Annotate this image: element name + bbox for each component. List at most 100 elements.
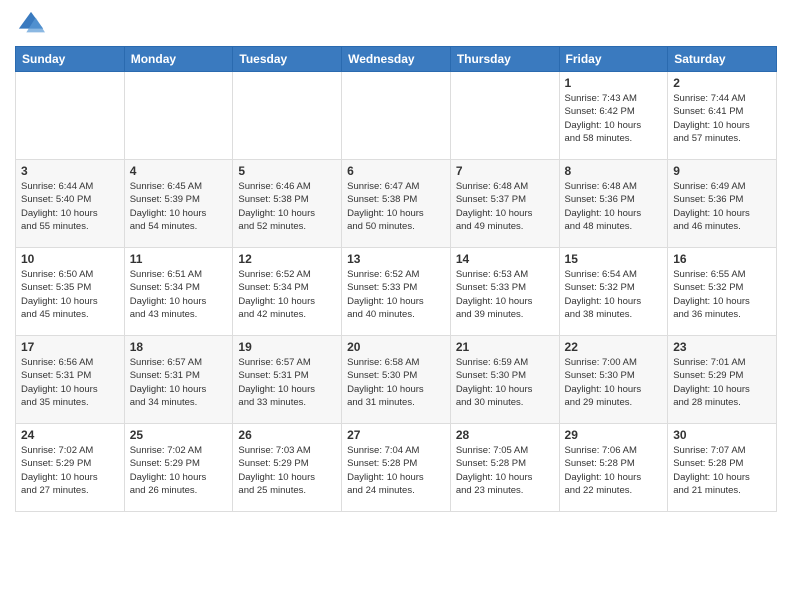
day-number: 11	[130, 252, 228, 266]
calendar-cell: 22 Sunrise: 7:00 AM Sunset: 5:30 PM Dayli…	[559, 336, 668, 424]
calendar-week-row: 1 Sunrise: 7:43 AM Sunset: 6:42 PM Daylig…	[16, 72, 777, 160]
calendar-cell: 29 Sunrise: 7:06 AM Sunset: 5:28 PM Dayli…	[559, 424, 668, 512]
day-number: 24	[21, 428, 119, 442]
calendar-cell: 7 Sunrise: 6:48 AM Sunset: 5:37 PM Daylig…	[450, 160, 559, 248]
day-number: 23	[673, 340, 771, 354]
day-number: 25	[130, 428, 228, 442]
day-info: Sunrise: 6:48 AM Sunset: 5:37 PM Dayligh…	[456, 180, 554, 233]
logo-icon	[17, 10, 45, 38]
calendar-cell: 2 Sunrise: 7:44 AM Sunset: 6:41 PM Daylig…	[668, 72, 777, 160]
day-number: 18	[130, 340, 228, 354]
calendar-header-row: SundayMondayTuesdayWednesdayThursdayFrid…	[16, 47, 777, 72]
calendar-cell: 5Sunrise: 6:46 AM Sunset: 5:38 PM Daylig…	[233, 160, 342, 248]
day-number: 28	[456, 428, 554, 442]
day-info: Sunrise: 6:54 AM Sunset: 5:32 PM Dayligh…	[565, 268, 663, 321]
calendar-cell: 11 Sunrise: 6:51 AM Sunset: 5:34 PM Dayli…	[124, 248, 233, 336]
calendar-cell	[233, 72, 342, 160]
day-number: 17	[21, 340, 119, 354]
calendar-week-row: 3 Sunrise: 6:44 AM Sunset: 5:40 PM Daylig…	[16, 160, 777, 248]
weekday-header: Wednesday	[342, 47, 451, 72]
calendar-cell: 16 Sunrise: 6:55 AM Sunset: 5:32 PM Dayli…	[668, 248, 777, 336]
calendar-cell: 6 Sunrise: 6:47 AM Sunset: 5:38 PM Daylig…	[342, 160, 451, 248]
day-info: Sunrise: 7:05 AM Sunset: 5:28 PM Dayligh…	[456, 444, 554, 497]
day-number: 14	[456, 252, 554, 266]
day-info: Sunrise: 6:45 AM Sunset: 5:39 PM Dayligh…	[130, 180, 228, 233]
day-number: 5	[238, 164, 336, 178]
weekday-header: Friday	[559, 47, 668, 72]
calendar-cell: 14 Sunrise: 6:53 AM Sunset: 5:33 PM Dayli…	[450, 248, 559, 336]
calendar-table: SundayMondayTuesdayWednesdayThursdayFrid…	[15, 46, 777, 512]
calendar-week-row: 24 Sunrise: 7:02 AM Sunset: 5:29 PM Dayli…	[16, 424, 777, 512]
calendar-cell	[342, 72, 451, 160]
day-number: 12	[238, 252, 336, 266]
calendar-cell: 13 Sunrise: 6:52 AM Sunset: 5:33 PM Dayli…	[342, 248, 451, 336]
calendar-week-row: 17 Sunrise: 6:56 AM Sunset: 5:31 PM Dayli…	[16, 336, 777, 424]
day-info: Sunrise: 6:57 AM Sunset: 5:31 PM Dayligh…	[130, 356, 228, 409]
day-number: 7	[456, 164, 554, 178]
calendar-cell: 9 Sunrise: 6:49 AM Sunset: 5:36 PM Daylig…	[668, 160, 777, 248]
logo	[15, 10, 45, 38]
day-info: Sunrise: 7:02 AM Sunset: 5:29 PM Dayligh…	[130, 444, 228, 497]
weekday-header: Tuesday	[233, 47, 342, 72]
day-number: 3	[21, 164, 119, 178]
day-number: 13	[347, 252, 445, 266]
day-info: Sunrise: 6:47 AM Sunset: 5:38 PM Dayligh…	[347, 180, 445, 233]
day-number: 22	[565, 340, 663, 354]
day-info: Sunrise: 6:58 AM Sunset: 5:30 PM Dayligh…	[347, 356, 445, 409]
day-info: Sunrise: 7:02 AM Sunset: 5:29 PM Dayligh…	[21, 444, 119, 497]
calendar-cell: 28 Sunrise: 7:05 AM Sunset: 5:28 PM Dayli…	[450, 424, 559, 512]
calendar-cell: 1 Sunrise: 7:43 AM Sunset: 6:42 PM Daylig…	[559, 72, 668, 160]
day-info: Sunrise: 6:52 AM Sunset: 5:33 PM Dayligh…	[347, 268, 445, 321]
calendar-cell: 18 Sunrise: 6:57 AM Sunset: 5:31 PM Dayli…	[124, 336, 233, 424]
calendar-cell: 4 Sunrise: 6:45 AM Sunset: 5:39 PM Daylig…	[124, 160, 233, 248]
day-info: Sunrise: 7:44 AM Sunset: 6:41 PM Dayligh…	[673, 92, 771, 145]
day-info: Sunrise: 6:51 AM Sunset: 5:34 PM Dayligh…	[130, 268, 228, 321]
calendar-cell: 8 Sunrise: 6:48 AM Sunset: 5:36 PM Daylig…	[559, 160, 668, 248]
day-number: 30	[673, 428, 771, 442]
day-info: Sunrise: 7:43 AM Sunset: 6:42 PM Dayligh…	[565, 92, 663, 145]
calendar-cell	[450, 72, 559, 160]
day-number: 16	[673, 252, 771, 266]
day-info: Sunrise: 6:55 AM Sunset: 5:32 PM Dayligh…	[673, 268, 771, 321]
calendar-cell: 20 Sunrise: 6:58 AM Sunset: 5:30 PM Dayli…	[342, 336, 451, 424]
day-number: 29	[565, 428, 663, 442]
day-number: 4	[130, 164, 228, 178]
calendar-cell: 21 Sunrise: 6:59 AM Sunset: 5:30 PM Dayli…	[450, 336, 559, 424]
day-info: Sunrise: 6:49 AM Sunset: 5:36 PM Dayligh…	[673, 180, 771, 233]
day-info: Sunrise: 7:06 AM Sunset: 5:28 PM Dayligh…	[565, 444, 663, 497]
day-info: Sunrise: 6:53 AM Sunset: 5:33 PM Dayligh…	[456, 268, 554, 321]
weekday-header: Thursday	[450, 47, 559, 72]
day-info: Sunrise: 6:57 AM Sunset: 5:31 PM Dayligh…	[238, 356, 336, 409]
day-number: 10	[21, 252, 119, 266]
calendar-cell: 27 Sunrise: 7:04 AM Sunset: 5:28 PM Dayli…	[342, 424, 451, 512]
day-info: Sunrise: 6:59 AM Sunset: 5:30 PM Dayligh…	[456, 356, 554, 409]
calendar-cell: 19Sunrise: 6:57 AM Sunset: 5:31 PM Dayli…	[233, 336, 342, 424]
calendar-cell: 12 Sunrise: 6:52 AM Sunset: 5:34 PM Dayli…	[233, 248, 342, 336]
day-number: 8	[565, 164, 663, 178]
day-number: 2	[673, 76, 771, 90]
day-number: 6	[347, 164, 445, 178]
calendar-cell: 15Sunrise: 6:54 AM Sunset: 5:32 PM Dayli…	[559, 248, 668, 336]
day-number: 20	[347, 340, 445, 354]
day-info: Sunrise: 7:07 AM Sunset: 5:28 PM Dayligh…	[673, 444, 771, 497]
day-number: 26	[238, 428, 336, 442]
day-info: Sunrise: 6:44 AM Sunset: 5:40 PM Dayligh…	[21, 180, 119, 233]
day-info: Sunrise: 7:00 AM Sunset: 5:30 PM Dayligh…	[565, 356, 663, 409]
weekday-header: Saturday	[668, 47, 777, 72]
day-info: Sunrise: 6:56 AM Sunset: 5:31 PM Dayligh…	[21, 356, 119, 409]
day-number: 21	[456, 340, 554, 354]
calendar-cell: 25 Sunrise: 7:02 AM Sunset: 5:29 PM Dayli…	[124, 424, 233, 512]
page-header	[15, 10, 777, 38]
day-info: Sunrise: 7:04 AM Sunset: 5:28 PM Dayligh…	[347, 444, 445, 497]
calendar-cell: 30 Sunrise: 7:07 AM Sunset: 5:28 PM Dayli…	[668, 424, 777, 512]
day-info: Sunrise: 6:48 AM Sunset: 5:36 PM Dayligh…	[565, 180, 663, 233]
day-number: 27	[347, 428, 445, 442]
day-info: Sunrise: 6:50 AM Sunset: 5:35 PM Dayligh…	[21, 268, 119, 321]
calendar-cell: 24 Sunrise: 7:02 AM Sunset: 5:29 PM Dayli…	[16, 424, 125, 512]
calendar-cell	[16, 72, 125, 160]
calendar-cell: 26Sunrise: 7:03 AM Sunset: 5:29 PM Dayli…	[233, 424, 342, 512]
calendar-cell: 17 Sunrise: 6:56 AM Sunset: 5:31 PM Dayli…	[16, 336, 125, 424]
day-number: 1	[565, 76, 663, 90]
day-info: Sunrise: 6:52 AM Sunset: 5:34 PM Dayligh…	[238, 268, 336, 321]
day-number: 9	[673, 164, 771, 178]
